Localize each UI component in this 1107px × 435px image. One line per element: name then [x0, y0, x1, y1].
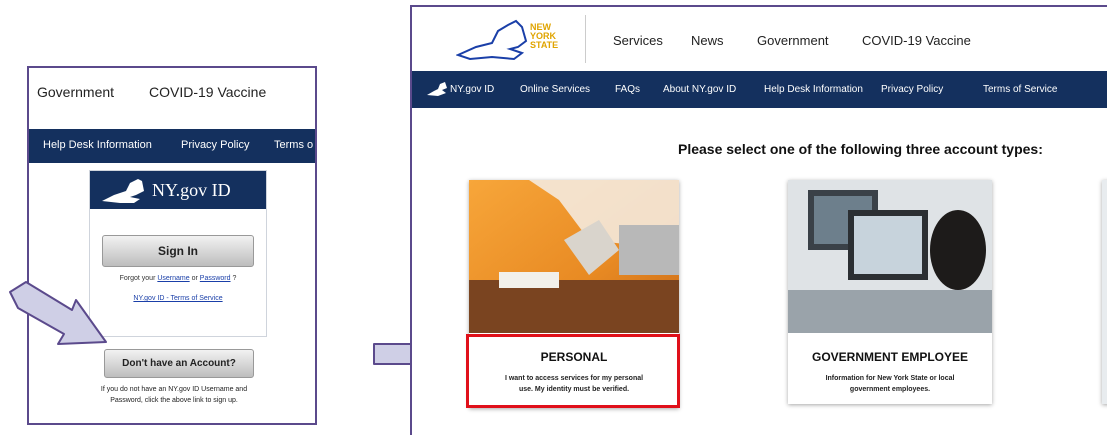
sign-in-button[interactable]: Sign In — [102, 235, 254, 267]
nav-help-desk[interactable]: Help Desk Information — [43, 139, 152, 151]
left-screenshot-panel: Government COVID-19 Vaccine Help Desk In… — [27, 66, 317, 425]
nys-map-icon — [456, 19, 528, 61]
username-link[interactable]: Username — [157, 275, 189, 282]
subnav-online-services[interactable]: Online Services — [520, 84, 590, 95]
government-employee-photo — [788, 180, 992, 333]
logo-state: STATE — [530, 40, 559, 50]
subnav-about[interactable]: About NY.gov ID — [663, 84, 736, 95]
forgot-links: Forgot your Username or Password ? — [119, 275, 237, 282]
login-header: NY.gov ID — [90, 171, 266, 209]
right-screenshot-panel: NEW YORK STATE Services News Government … — [410, 5, 1107, 435]
card-government-employee[interactable]: GOVERNMENT EMPLOYEE Information for New … — [788, 180, 992, 404]
card-third-partial[interactable] — [1102, 180, 1107, 404]
personal-photo — [469, 180, 679, 333]
subnav-help-desk[interactable]: Help Desk Information — [764, 84, 863, 95]
right-sub-nav: NY.gov ID Online Services FAQs About NY.… — [412, 71, 1107, 108]
login-box: NY.gov ID Sign In Forgot your Username o… — [89, 170, 267, 337]
ny-state-icon — [102, 179, 144, 203]
nav-services[interactable]: Services — [613, 33, 663, 48]
subnav-terms[interactable]: Terms of Service — [983, 84, 1057, 95]
ny-small-icon — [427, 82, 447, 96]
account-type-heading: Please select one of the following three… — [678, 141, 1043, 157]
personal-highlight-box — [466, 334, 680, 408]
nav-news[interactable]: News — [691, 33, 724, 48]
left-sub-nav: Help Desk Information Privacy Policy Ter… — [29, 129, 315, 163]
arrow-to-no-account-icon — [9, 281, 107, 345]
terms-of-service-link[interactable]: NY.gov ID - Terms of Service — [133, 295, 222, 302]
no-account-button[interactable]: Don't have an Account? — [104, 349, 254, 378]
card-government-desc: Information for New York State or local … — [825, 375, 955, 393]
login-title: NY.gov ID — [152, 180, 231, 200]
password-link[interactable]: Password — [200, 275, 231, 282]
nav-government-right[interactable]: Government — [757, 33, 829, 48]
card-government-title: GOVERNMENT EMPLOYEE — [811, 350, 969, 364]
right-top-header: NEW YORK STATE Services News Government … — [412, 7, 1107, 67]
nav-terms[interactable]: Terms o — [274, 139, 313, 151]
header-divider — [585, 15, 586, 63]
signup-help-text: If you do not have an NY.gov ID Username… — [100, 386, 248, 404]
nav-covid-vaccine-right[interactable]: COVID-19 Vaccine — [862, 33, 971, 48]
nav-privacy-policy[interactable]: Privacy Policy — [181, 139, 249, 151]
nav-covid-vaccine[interactable]: COVID-19 Vaccine — [149, 84, 266, 100]
subnav-privacy-policy[interactable]: Privacy Policy — [881, 84, 943, 95]
nav-government[interactable]: Government — [37, 84, 114, 100]
nys-logo[interactable]: NEW YORK STATE — [456, 15, 588, 63]
left-top-nav: Government COVID-19 Vaccine — [29, 68, 315, 118]
subnav-faqs[interactable]: FAQs — [615, 84, 640, 95]
subnav-nygov-id[interactable]: NY.gov ID — [450, 84, 494, 95]
